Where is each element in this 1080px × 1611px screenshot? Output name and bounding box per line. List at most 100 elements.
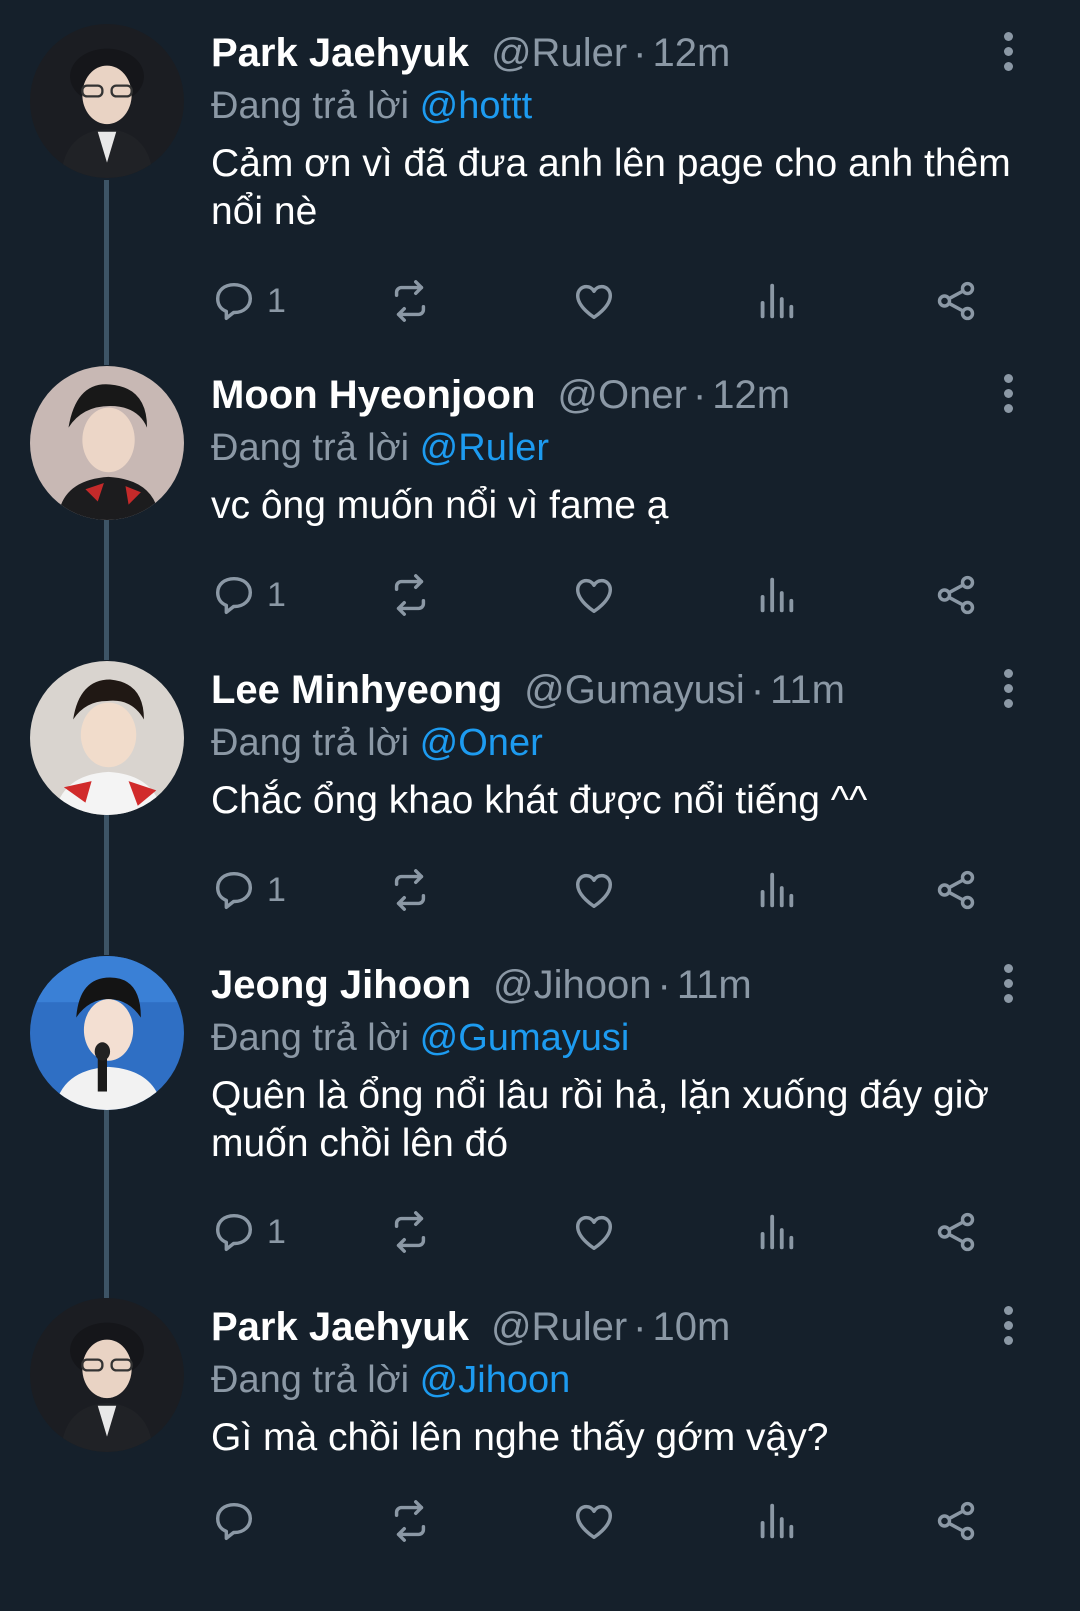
tweet-text: Gì mà chồi lên nghe thấy gớm vậy? [211,1416,829,1459]
share-icon [937,575,975,615]
reply-icon [215,1502,253,1540]
replying-label: Đang trả lời [211,85,410,127]
username[interactable]: @Gumayusi [524,668,745,712]
like-button[interactable] [571,570,617,620]
more-icon[interactable] [1000,964,1016,1004]
like-icon [575,1215,613,1251]
avatar[interactable] [30,1298,184,1452]
tweet[interactable]: Lee Minhyeong @Gumayusi · 11m Đang trả lời … [0,637,1080,932]
like-button[interactable] [571,1207,617,1257]
tweet-text: vc ông muốn nổi vì fame ạ [211,484,669,527]
reply-count: 1 [267,1212,286,1251]
reply-icon [215,282,253,320]
tweet-actions: 1 [211,1207,1011,1257]
avatar[interactable] [30,366,184,520]
retweet-button[interactable] [387,276,433,326]
replying-to: Đang trả lời @Ruler [211,422,549,474]
replying-to: Đang trả lời @Gumayusi [211,1012,629,1064]
reply-button[interactable]: 1 [211,1207,286,1257]
retweet-icon [394,1500,426,1542]
reply-mention[interactable]: @Ruler [420,427,549,469]
analytics-button[interactable] [753,865,799,915]
analytics-button[interactable] [753,276,799,326]
username[interactable]: @Ruler [491,1305,627,1349]
timestamp[interactable]: 11m [770,668,845,712]
replying-label: Đang trả lời [211,1017,410,1059]
share-button[interactable] [933,1207,979,1257]
share-button[interactable] [933,570,979,620]
display-name[interactable]: Lee Minhyeong [211,668,502,712]
analytics-button[interactable] [753,1496,799,1546]
retweet-icon [394,1211,426,1253]
share-button[interactable] [933,276,979,326]
more-icon[interactable] [1000,374,1016,414]
avatar[interactable] [30,24,184,178]
like-button[interactable] [571,276,617,326]
reply-button[interactable] [211,1496,267,1546]
avatar[interactable] [30,661,184,815]
display-name[interactable]: Park Jaehyuk [211,1305,469,1349]
replying-label: Đang trả lời [211,722,410,764]
tweet-actions: 1 [211,276,1011,326]
timestamp[interactable]: 11m [677,963,752,1007]
timestamp[interactable]: 12m [712,373,790,417]
avatar[interactable] [30,956,184,1110]
replying-label: Đang trả lời [211,1359,410,1401]
tweet-text: Cảm ơn vì đã đưa anh lên page cho anh th… [211,142,1011,233]
replying-to: Đang trả lời @hottt [211,80,532,132]
more-icon[interactable] [1000,32,1016,72]
retweet-button[interactable] [387,1496,433,1546]
tweet[interactable]: Jeong Jihoon @Jihoon · 11m Đang trả lời @Gu… [0,932,1080,1274]
reply-count: 1 [267,575,286,614]
reply-button[interactable]: 1 [211,865,286,915]
analytics-icon [760,872,794,908]
share-button[interactable] [933,865,979,915]
like-button[interactable] [571,865,617,915]
tweet-header: Park Jaehyuk @Ruler · 10m [211,1300,730,1354]
reply-mention[interactable]: @Gumayusi [420,1017,630,1059]
separator-dot: · [750,668,765,712]
reply-button[interactable]: 1 [211,276,286,326]
timestamp[interactable]: 10m [652,1305,730,1349]
tweet[interactable]: Moon Hyeonjoon @Oner · 12m Đang trả lời @Ru… [0,342,1080,637]
tweet-actions: 1 [211,865,1011,915]
tweet[interactable]: Park Jaehyuk @Ruler · 10m Đang trả lời @Jih… [0,1274,1080,1611]
share-button[interactable] [933,1496,979,1546]
reply-icon [215,871,253,909]
reply-mention[interactable]: @Oner [420,722,543,764]
tweet-header: Moon Hyeonjoon @Oner · 12m [211,368,790,422]
username[interactable]: @Ruler [491,31,627,75]
analytics-button[interactable] [753,1207,799,1257]
reply-mention[interactable]: @Jihoon [420,1359,571,1401]
reply-button[interactable]: 1 [211,570,286,620]
retweet-button[interactable] [387,1207,433,1257]
more-icon[interactable] [1000,669,1016,709]
like-icon [575,1504,613,1540]
display-name[interactable]: Moon Hyeonjoon [211,373,535,417]
tweet-actions: 1 [211,570,1011,620]
like-icon [575,284,613,320]
username[interactable]: @Oner [557,373,687,417]
more-icon[interactable] [1000,1306,1016,1346]
analytics-icon [760,283,794,319]
display-name[interactable]: Jeong Jihoon [211,963,471,1007]
tweet-text: Quên là ổng nổi lâu rồi hả, lặn xuống đá… [211,1074,989,1165]
retweet-icon [394,280,426,322]
reply-mention[interactable]: @hottt [420,85,533,127]
replying-to: Đang trả lời @Jihoon [211,1354,570,1406]
display-name[interactable]: Park Jaehyuk [211,31,469,75]
tweet-header: Jeong Jihoon @Jihoon · 11m [211,958,752,1012]
timestamp[interactable]: 12m [652,31,730,75]
reply-icon [215,576,253,614]
analytics-icon [760,577,794,613]
retweet-button[interactable] [387,570,433,620]
like-button[interactable] [571,1496,617,1546]
tweet-text: Chắc ổng khao khát được nổi tiếng ^^ [211,779,868,822]
analytics-button[interactable] [753,570,799,620]
share-icon [937,281,975,321]
reply-icon [215,1213,253,1251]
retweet-button[interactable] [387,865,433,915]
tweet[interactable]: Park Jaehyuk @Ruler · 12m Đang trả lời @hot… [0,0,1080,340]
username[interactable]: @Jihoon [493,963,651,1007]
retweet-icon [394,869,426,911]
